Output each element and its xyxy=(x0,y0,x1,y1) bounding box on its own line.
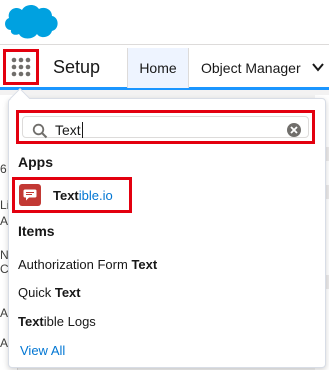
item-authorization-form-text[interactable]: Authorization Form Text xyxy=(18,257,157,272)
item-quick-text[interactable]: Quick Text xyxy=(18,285,81,300)
clear-icon[interactable] xyxy=(286,122,302,138)
background-text: A xyxy=(0,306,9,320)
search-icon xyxy=(32,123,48,139)
app-label: Textible.io xyxy=(53,187,113,203)
search-value: Text xyxy=(55,122,81,138)
text-cursor xyxy=(81,122,83,138)
tab-home[interactable]: Home xyxy=(127,48,189,88)
salesforce-logo[interactable] xyxy=(2,2,60,42)
app-name: Setup xyxy=(53,57,101,77)
background-text: A xyxy=(0,336,9,350)
items-heading: Items xyxy=(18,223,55,239)
app-launcher-button[interactable] xyxy=(3,49,39,85)
view-all-link[interactable]: View All xyxy=(20,343,65,358)
background-text: A xyxy=(0,214,9,228)
chat-bubble-icon xyxy=(19,184,41,206)
launcher-search-input[interactable]: Text xyxy=(22,116,309,139)
background-text: 6 xyxy=(0,162,7,176)
navigation-bar: Setup Home Object Manager xyxy=(0,44,329,90)
apps-heading: Apps xyxy=(18,154,53,170)
app-item-textible[interactable]: Textible.io xyxy=(12,177,132,213)
item-textible-logs[interactable]: Textible Logs xyxy=(18,314,96,329)
launcher-search-highlight: Text xyxy=(16,110,315,144)
tab-object-manager[interactable]: Object Manager xyxy=(201,48,301,88)
global-header xyxy=(0,0,329,44)
chevron-down-icon[interactable] xyxy=(312,62,324,72)
waffle-grid-icon xyxy=(11,57,31,77)
